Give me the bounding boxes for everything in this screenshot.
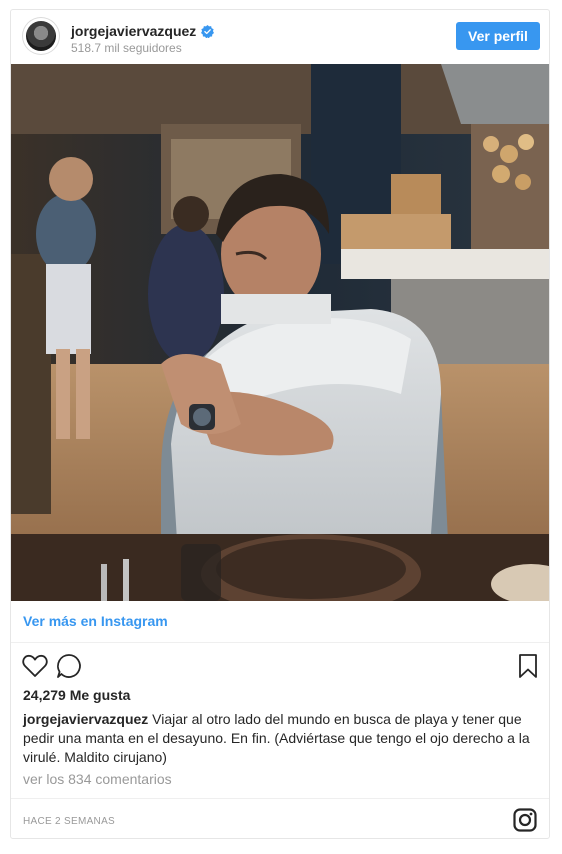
post-photo-image bbox=[11, 64, 549, 601]
post-footer: HACE 2 SEMANAS bbox=[11, 798, 549, 840]
username[interactable]: jorgejaviervazquez bbox=[71, 23, 196, 39]
instagram-embed-card: jorgejaviervazquez 518.7 mil seguidores … bbox=[10, 9, 550, 839]
post-photo[interactable] bbox=[11, 64, 549, 601]
heart-icon[interactable] bbox=[21, 652, 49, 680]
post-timestamp: HACE 2 SEMANAS bbox=[23, 816, 116, 827]
avatar[interactable] bbox=[23, 18, 59, 54]
view-more-label[interactable]: Ver más en Instagram bbox=[23, 613, 168, 629]
caption-username[interactable]: jorgejaviervazquez bbox=[23, 711, 148, 727]
follower-count: 518.7 mil seguidores bbox=[71, 41, 182, 55]
post-header: jorgejaviervazquez 518.7 mil seguidores … bbox=[11, 10, 549, 64]
comment-icon[interactable] bbox=[55, 652, 83, 680]
post-caption: jorgejaviervazquez Viajar al otro lado d… bbox=[23, 710, 539, 767]
bookmark-icon[interactable] bbox=[514, 652, 542, 680]
avatar-image bbox=[26, 21, 56, 51]
instagram-logo-icon[interactable] bbox=[513, 808, 537, 832]
action-bar bbox=[11, 648, 549, 684]
like-count[interactable]: 24,279 Me gusta bbox=[23, 687, 130, 703]
view-more-link[interactable]: Ver más en Instagram bbox=[11, 601, 549, 643]
username-row: jorgejaviervazquez bbox=[71, 22, 215, 40]
view-comments-link[interactable]: ver los 834 comentarios bbox=[23, 771, 172, 787]
view-profile-button[interactable]: Ver perfil bbox=[456, 22, 540, 50]
verified-badge-icon bbox=[201, 24, 215, 38]
